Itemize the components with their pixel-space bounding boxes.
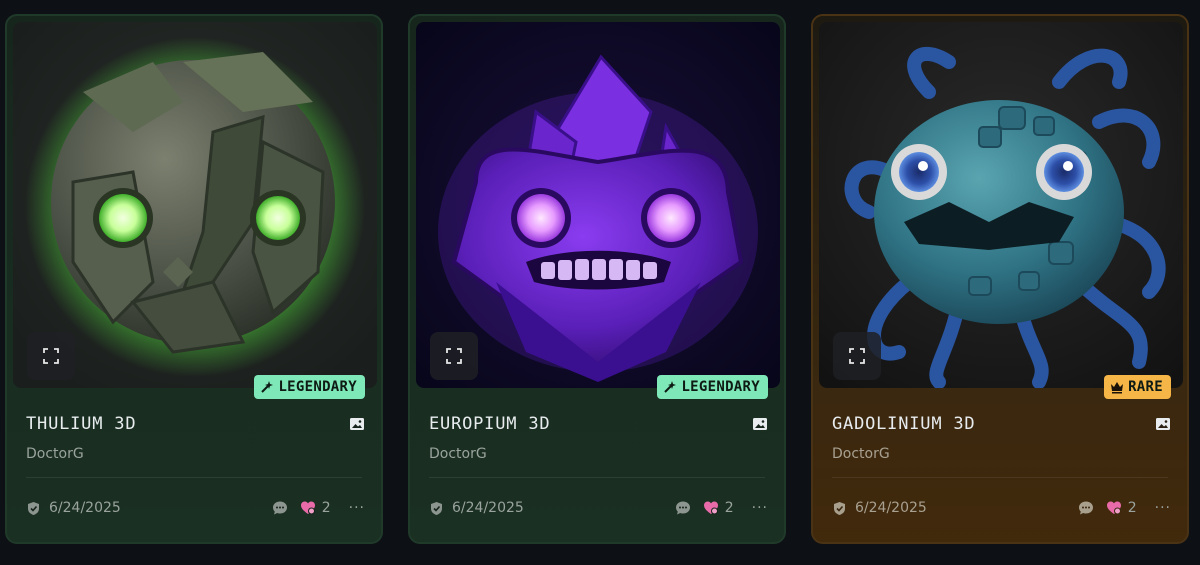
creator-name[interactable]: DoctorG [429,446,487,462]
rarity-badge: RARE [1104,375,1171,399]
rarity-label: LEGENDARY [681,379,760,395]
nft-artwork[interactable] [13,22,377,388]
divider [26,477,362,478]
rarity-label: RARE [1128,379,1163,395]
more-options-button[interactable]: ··· [752,500,768,516]
like-count: 2 [724,500,734,516]
expand-button[interactable] [430,332,478,380]
like-count: 2 [1127,500,1137,516]
rarity-badge: LEGENDARY [254,375,365,399]
image-icon [1156,418,1170,430]
nft-title[interactable]: EUROPIUM 3D [429,414,550,434]
shield-check-icon [834,501,845,515]
expand-icon [849,348,865,364]
expand-button[interactable] [833,332,881,380]
creator-name[interactable]: DoctorG [832,446,890,462]
nft-title[interactable]: GADOLINIUM 3D [832,414,975,434]
date-label: 6/24/2025 [452,500,524,516]
shield-check-icon [28,501,39,515]
nft-artwork[interactable] [416,22,780,388]
more-options-button[interactable]: ··· [1155,500,1171,516]
heart-icon [1106,501,1121,515]
chat-bubble-icon[interactable] [272,500,288,516]
like-button[interactable]: 2 [300,500,331,516]
shield-check-icon [431,501,442,515]
expand-icon [446,348,462,364]
heart-icon [703,501,718,515]
divider [429,477,765,478]
nft-artwork[interactable] [819,22,1183,388]
crown-icon [1111,382,1124,394]
card-footer: 6/24/2025 2 ··· [429,498,768,518]
rarity-label: LEGENDARY [278,379,357,395]
date-label: 6/24/2025 [855,500,927,516]
image-icon [350,418,364,430]
card-footer: 6/24/2025 2 ··· [832,498,1171,518]
like-count: 2 [321,500,331,516]
divider [832,477,1168,478]
rarity-badge: LEGENDARY [657,375,768,399]
nft-card[interactable]: LEGENDARY EUROPIUM 3D DoctorG 6/24/2025 [408,14,786,544]
chat-bubble-icon[interactable] [1078,500,1094,516]
nft-card[interactable]: LEGENDARY THULIUM 3D DoctorG 6/24/2025 2… [5,14,383,544]
like-button[interactable]: 2 [1106,500,1137,516]
card-footer: 6/24/2025 2 ··· [26,498,365,518]
like-button[interactable]: 2 [703,500,734,516]
sparkle-wand-icon [261,381,274,393]
expand-icon [43,348,59,364]
chat-bubble-icon[interactable] [675,500,691,516]
expand-button[interactable] [27,332,75,380]
nft-card-grid: LEGENDARY THULIUM 3D DoctorG 6/24/2025 2… [0,0,1200,565]
nft-title[interactable]: THULIUM 3D [26,414,136,434]
image-icon [753,418,767,430]
more-options-button[interactable]: ··· [349,500,365,516]
nft-card[interactable]: RARE GADOLINIUM 3D DoctorG 6/24/2025 2 ·… [811,14,1189,544]
date-label: 6/24/2025 [49,500,121,516]
sparkle-wand-icon [664,381,677,393]
heart-icon [300,501,315,515]
creator-name[interactable]: DoctorG [26,446,84,462]
